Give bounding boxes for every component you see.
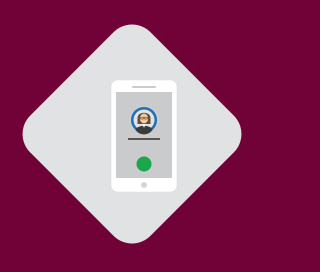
home-button [141, 182, 147, 188]
illustration [0, 0, 245, 267]
contact-name-line [128, 138, 160, 140]
illustration-svg [22, 24, 242, 244]
smartphone-icon [110, 79, 178, 193]
phone-speaker [132, 86, 156, 88]
call-button-icon[interactable] [136, 156, 152, 172]
